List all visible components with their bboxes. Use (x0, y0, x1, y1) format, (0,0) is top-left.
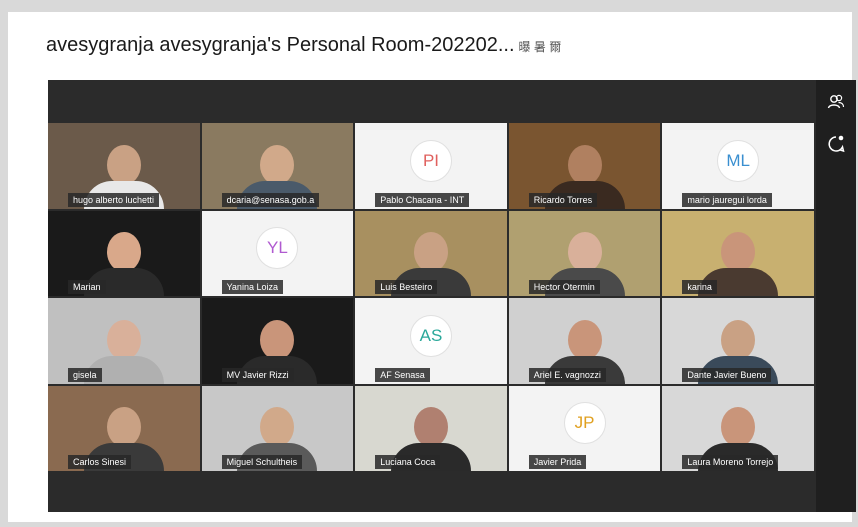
meeting-title: avesygranja avesygranja's Personal Room-… (46, 34, 561, 57)
participant-name: Ariel E. vagnozzi (528, 367, 606, 382)
participant-tile[interactable]: Carlos Sinesi (48, 385, 200, 471)
participant-tile[interactable]: AS AF Senasa (355, 298, 507, 384)
participant-tile[interactable]: Ricardo Torres (508, 123, 661, 209)
participant-name: MV Javier Rizzi (221, 367, 294, 382)
participant-tile[interactable]: ML mario jauregui lorda (662, 123, 814, 209)
meeting-title-tag: 曝 暑 爾 (518, 40, 562, 54)
participant-initials: ML (717, 139, 760, 182)
participant-name: Carlos Sinesi (68, 455, 132, 469)
participant-initials: YL (256, 227, 299, 270)
participant-tile[interactable]: dcaria@senasa.gob.a (201, 123, 354, 209)
participant-name: dcaria@senasa.gob.a (221, 192, 320, 207)
participant-tile[interactable]: gisela (48, 298, 200, 384)
participant-name: Dante Javier Bueno (682, 367, 772, 382)
meeting-sidebar (816, 80, 856, 512)
participant-name: karina (682, 280, 717, 294)
participant-name: AF Senasa (375, 367, 430, 382)
participant-tile[interactable]: MV Javier Rizzi (201, 298, 354, 384)
meeting-title-text: avesygranja avesygranja's Personal Room-… (46, 34, 515, 56)
app-window: avesygranja avesygranja's Personal Room-… (8, 12, 856, 522)
participant-name: Ricardo Torres (528, 192, 598, 207)
participant-name: Javier Prida (528, 455, 587, 469)
participant-initials: AS (409, 314, 452, 357)
meeting-view: hugo alberto luchetti dcaria@senasa.gob.a… (48, 80, 856, 512)
participant-tile[interactable]: Marian (48, 210, 200, 296)
participant-name: mario jauregui lorda (682, 192, 772, 207)
participant-name: Yanina Loiza (221, 280, 283, 294)
participants-icon[interactable] (824, 90, 848, 114)
participant-tile[interactable]: Laura Moreno Torrejo (662, 385, 814, 471)
participant-tile[interactable]: karina (662, 210, 814, 296)
participant-tile[interactable]: Luciana Coca (355, 385, 507, 471)
video-grid: hugo alberto luchetti dcaria@senasa.gob.a… (48, 123, 814, 471)
participant-tile[interactable]: PI Pablo Chacana - INT (355, 123, 507, 209)
participant-tile[interactable]: hugo alberto luchetti (48, 123, 200, 209)
participant-name: Luciana Coca (375, 455, 441, 469)
participant-name: Laura Moreno Torrejo (682, 455, 779, 469)
participant-initials: PI (409, 139, 452, 182)
bottom-bar (48, 472, 816, 512)
participant-initials: JP (563, 402, 606, 445)
participant-tile[interactable]: Hector Otermin (508, 210, 661, 296)
participant-name: Marian (68, 280, 106, 294)
chat-icon[interactable] (824, 132, 848, 156)
participant-name: Miguel Schultheis (221, 455, 303, 469)
participant-name: gisela (68, 367, 102, 382)
participant-tile[interactable]: Luis Besteiro (355, 210, 507, 296)
participant-name: Hector Otermin (528, 280, 600, 294)
participant-name: hugo alberto luchetti (68, 192, 160, 207)
participant-name: Luis Besteiro (375, 280, 438, 294)
participant-tile[interactable]: Dante Javier Bueno (662, 298, 814, 384)
participant-tile[interactable]: JP Javier Prida (508, 385, 661, 471)
participant-tile[interactable]: YL Yanina Loiza (201, 210, 354, 296)
participant-tile[interactable]: Miguel Schultheis (201, 385, 354, 471)
participant-tile[interactable]: Ariel E. vagnozzi (508, 298, 661, 384)
participant-name: Pablo Chacana - INT (375, 192, 470, 207)
